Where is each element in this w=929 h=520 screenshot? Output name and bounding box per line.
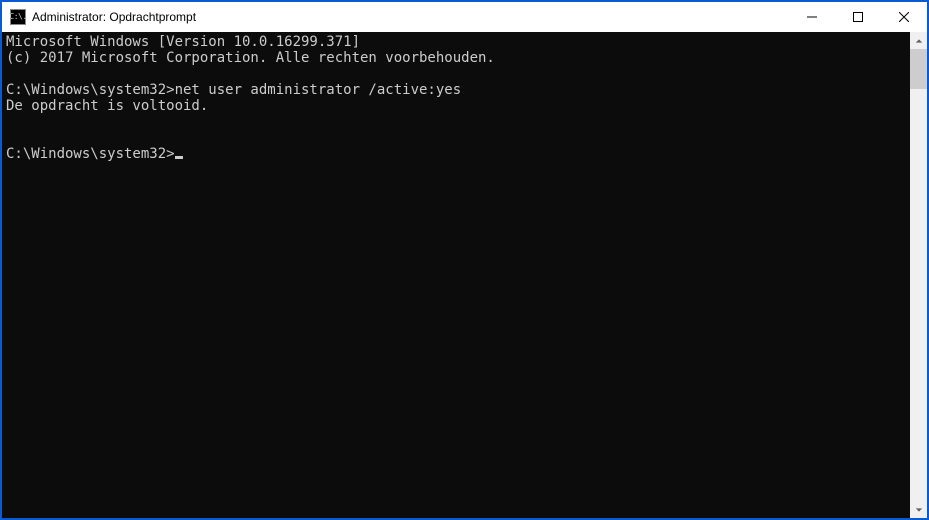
command-prompt-window: C:\. Administrator: Opdrachtprompt Micro… (0, 0, 929, 520)
window-title: Administrator: Opdrachtprompt (32, 10, 196, 24)
minimize-icon (807, 12, 817, 22)
vertical-scrollbar[interactable] (910, 32, 927, 518)
window-controls (789, 2, 927, 32)
close-icon (899, 12, 909, 22)
app-icon: C:\. (10, 9, 26, 25)
titlebar[interactable]: C:\. Administrator: Opdrachtprompt (2, 2, 927, 32)
chevron-up-icon (915, 37, 923, 45)
client-area: Microsoft Windows [Version 10.0.16299.37… (2, 32, 927, 518)
maximize-icon (853, 12, 863, 22)
scrollbar-track[interactable] (910, 49, 927, 501)
terminal-line: C:\Windows\system32> (6, 146, 910, 162)
scroll-down-button[interactable] (910, 501, 927, 518)
terminal-line: Microsoft Windows [Version 10.0.16299.37… (6, 34, 910, 50)
terminal-output[interactable]: Microsoft Windows [Version 10.0.16299.37… (2, 32, 910, 518)
terminal-line: De opdracht is voltooid. (6, 98, 910, 114)
terminal-line (6, 114, 910, 130)
close-button[interactable] (881, 2, 927, 32)
cursor (175, 156, 183, 159)
app-icon-glyph: C:\. (9, 13, 26, 21)
terminal-line (6, 66, 910, 82)
terminal-line (6, 130, 910, 146)
terminal-line: (c) 2017 Microsoft Corporation. Alle rec… (6, 50, 910, 66)
scroll-up-button[interactable] (910, 32, 927, 49)
scrollbar-thumb[interactable] (910, 49, 927, 89)
chevron-down-icon (915, 506, 923, 514)
maximize-button[interactable] (835, 2, 881, 32)
minimize-button[interactable] (789, 2, 835, 32)
terminal-line: C:\Windows\system32>net user administrat… (6, 82, 910, 98)
